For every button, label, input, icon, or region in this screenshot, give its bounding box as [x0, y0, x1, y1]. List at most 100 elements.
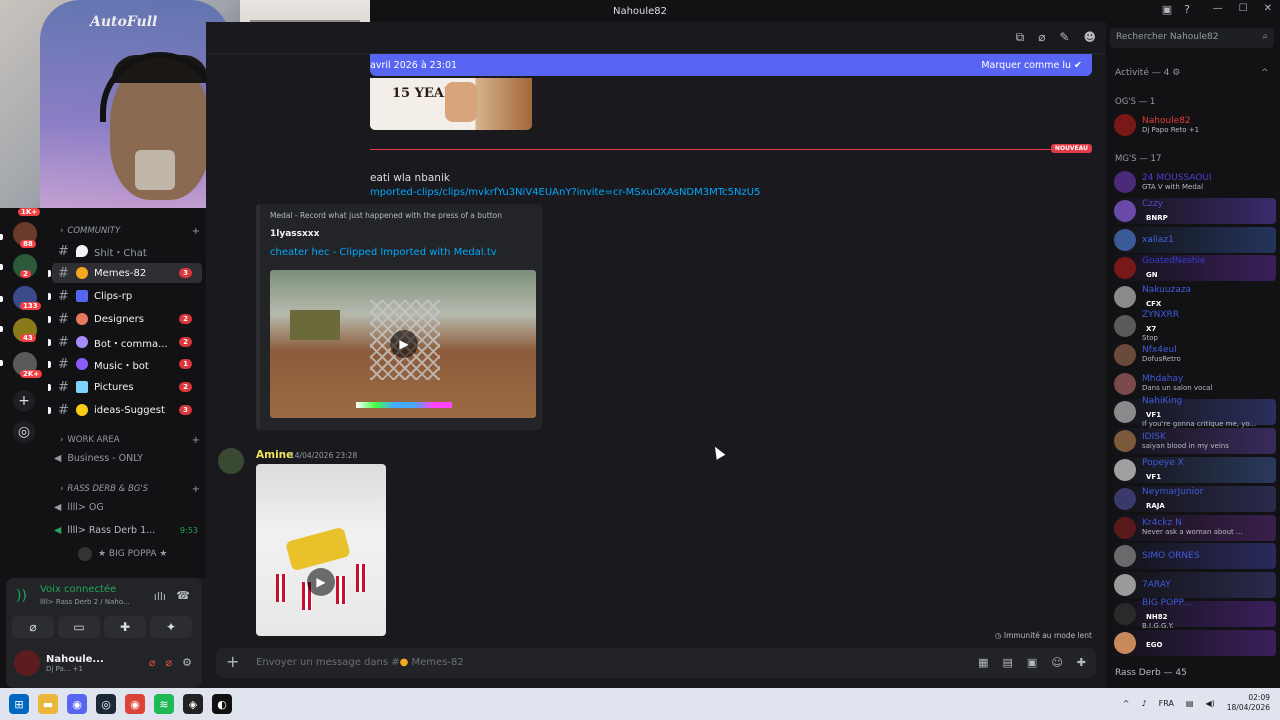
voice-status-channel[interactable]: llll> Rass Derb 2 / Naho... [40, 598, 130, 606]
settings-gear-icon[interactable]: ⚙ [182, 656, 192, 669]
member-text: xaliaz1 [1142, 235, 1174, 245]
mute-mic-icon[interactable]: ⌀ [149, 656, 156, 669]
user-info[interactable]: Nahoule... Dj Pa... +1 [14, 650, 104, 676]
member-item[interactable]: ZYNXRR X7 Stop [1110, 310, 1276, 342]
avatar[interactable] [218, 448, 244, 474]
add-channel-icon[interactable]: + [192, 484, 200, 495]
notifications-off-icon[interactable]: ⌀ [1038, 30, 1045, 45]
titlebar-tools: ▣ ? [1162, 3, 1190, 16]
file-explorer-icon[interactable]: ▬ [38, 694, 58, 714]
member-item[interactable]: NahiKing VF1 If you're gonna critique me, … [1110, 396, 1276, 428]
add-channel-icon[interactable]: + [192, 435, 200, 446]
emoji-picker-icon[interactable]: ☺ [1051, 656, 1062, 669]
disconnect-icon[interactable]: ☎ [176, 589, 190, 602]
activity-header[interactable]: Activité — 4 ⚙ ^ [1115, 68, 1269, 78]
new-messages-bar[interactable]: avril 2026 à 23:01 Marquer comme lu ✔ [370, 54, 1092, 76]
message-composer[interactable]: + Envoyer un message dans #● Memes-82 ▦ … [216, 648, 1096, 678]
windows-start-icon[interactable]: ⊞ [9, 694, 29, 714]
channel-item[interactable]: # Bot・comma... 2 [48, 332, 202, 352]
member-item[interactable]: Czzy BNRP [1110, 197, 1276, 224]
network-icon[interactable]: ▤ [1186, 699, 1194, 708]
chrome-icon[interactable]: ◉ [125, 694, 145, 714]
volume-icon[interactable]: ◀) [1205, 699, 1214, 708]
pin-icon[interactable]: ✎ [1059, 30, 1069, 45]
embed-author[interactable]: 1lyassxxx [270, 229, 319, 239]
add-channel-icon[interactable]: + [192, 226, 200, 237]
member-item[interactable]: Popeye X VF1 [1110, 457, 1276, 483]
deafen-icon[interactable]: ⌀ [166, 656, 173, 669]
voice-channel-connected[interactable]: ◀ llll> Rass Derb 1... 9:53 [54, 525, 204, 536]
add-attachment-icon[interactable]: + [226, 652, 239, 671]
gif-icon[interactable]: ▤ [1003, 656, 1013, 669]
effects-button[interactable]: ✦ [150, 616, 192, 638]
composer-placeholder[interactable]: Envoyer un message dans #● Memes-82 [256, 657, 464, 668]
channel-item[interactable]: # Designers 2 [48, 309, 202, 329]
tray-chevron-icon[interactable]: ^ [1123, 699, 1130, 708]
message-author[interactable]: Amine [256, 449, 293, 461]
member-item[interactable]: 24 MOUSSAOUI GTA V with Medal [1110, 169, 1276, 195]
member-item[interactable]: IDISK saiyan blood in my veins [1110, 428, 1276, 455]
app-icon[interactable]: ◈ [183, 694, 203, 714]
inbox-icon[interactable]: ▣ [1162, 3, 1172, 16]
language-indicator[interactable]: FRA [1159, 699, 1174, 708]
voice-user[interactable]: ★ BIG POPPA ★ [78, 547, 206, 561]
soundboard-icon[interactable]: ıllı [154, 590, 166, 603]
member-item[interactable]: Kr4ckz N Never ask a woman about ... [1110, 514, 1276, 541]
embed-title[interactable]: cheater hec - Clipped Imported with Meda… [270, 247, 497, 258]
member-item[interactable]: Nakuuzaza CFX [1110, 284, 1276, 310]
message-video[interactable]: ▶ [256, 464, 386, 636]
close-icon[interactable]: ✕ [1264, 3, 1272, 14]
mark-as-read-button[interactable]: Marquer comme lu ✔ [981, 60, 1082, 71]
member-item[interactable]: 7ARAY [1110, 572, 1276, 599]
hash-icon: # [58, 356, 69, 372]
play-icon[interactable]: ▶ [390, 330, 418, 358]
activities-button[interactable]: ✚ [104, 616, 146, 638]
channel-item[interactable]: # Music・bot 1 [48, 354, 202, 374]
discord-icon[interactable]: ◉ [67, 694, 87, 714]
channel-item[interactable]: # Pictures 2 [48, 377, 202, 397]
member-list-icon[interactable]: ☻ [1083, 30, 1096, 45]
obs-icon[interactable]: ◐ [212, 694, 232, 714]
voice-channel[interactable]: ◀ llll> OG [54, 502, 204, 513]
channel-item[interactable]: # Shit・Chat [52, 241, 202, 261]
member-item[interactable]: NeymarJunior RAJA [1110, 485, 1276, 512]
camera-off-button[interactable]: ⌀ [12, 616, 54, 638]
screen-share-button[interactable]: ▭ [58, 616, 100, 638]
steam-icon[interactable]: ◎ [96, 694, 116, 714]
discover-icon[interactable]: ◎ [13, 421, 35, 443]
message-image[interactable]: 15 YEAR [370, 78, 532, 130]
voice-user-name: ★ BIG POPPA ★ [98, 549, 168, 559]
help-icon[interactable]: ? [1184, 3, 1190, 16]
channel-item[interactable]: # Clips-rp [48, 286, 202, 306]
spotify-icon[interactable]: ≋ [154, 694, 174, 714]
threads-icon[interactable]: ⧉ [1016, 30, 1025, 45]
maximize-icon[interactable]: ☐ [1239, 3, 1248, 14]
channel-item-selected[interactable]: # Memes-82 3 [48, 263, 202, 283]
play-icon[interactable]: ▶ [307, 568, 335, 596]
member-item[interactable]: SIMO ORNES [1110, 543, 1276, 570]
category-work-area[interactable]: › WORK AREA + [60, 435, 200, 446]
member-item[interactable]: BIG POPP... NH82 B.I.G.G.Y. [1110, 598, 1276, 630]
category-community[interactable]: › COMMUNITY + [60, 226, 200, 237]
minimize-icon[interactable]: — [1213, 3, 1223, 14]
member-item[interactable]: EGO [1110, 629, 1276, 656]
member-item[interactable]: Mhdahay Dans un salon vocal [1110, 371, 1276, 397]
add-server-icon[interactable]: + [13, 390, 35, 412]
gift-icon[interactable]: ▦ [978, 656, 988, 669]
message-link[interactable]: mported-clips/clips/mvkrfYu3NiV4EUAnY?in… [370, 187, 760, 198]
embed-video[interactable]: ▶ [270, 270, 536, 418]
member-item[interactable]: xaliaz1 [1110, 226, 1276, 253]
avatar [1114, 459, 1136, 481]
microphone-icon[interactable]: ♪ [1142, 699, 1147, 708]
user-status-text: Dj Pa... [46, 664, 71, 673]
sticker-icon[interactable]: ▣ [1027, 656, 1037, 669]
channel-item[interactable]: # ideas-Suggest 3 [48, 400, 202, 420]
member-item[interactable]: GoatedNeshie GN [1110, 255, 1276, 282]
apps-icon[interactable]: ✚ [1077, 656, 1086, 669]
clock[interactable]: 02:09 18/04/2026 [1227, 693, 1270, 713]
member-item[interactable]: Nfx4eul DofusRetro [1110, 342, 1276, 368]
member-item[interactable]: Nahoule82 Dj Papo Reto +1 [1110, 112, 1276, 138]
voice-channel[interactable]: ◀ Business - ONLY [54, 453, 204, 464]
search-input[interactable]: Rechercher Nahoule82 ⌕ [1110, 28, 1274, 48]
category-rass-derb[interactable]: › RASS DERB & BG'S + [60, 484, 200, 495]
